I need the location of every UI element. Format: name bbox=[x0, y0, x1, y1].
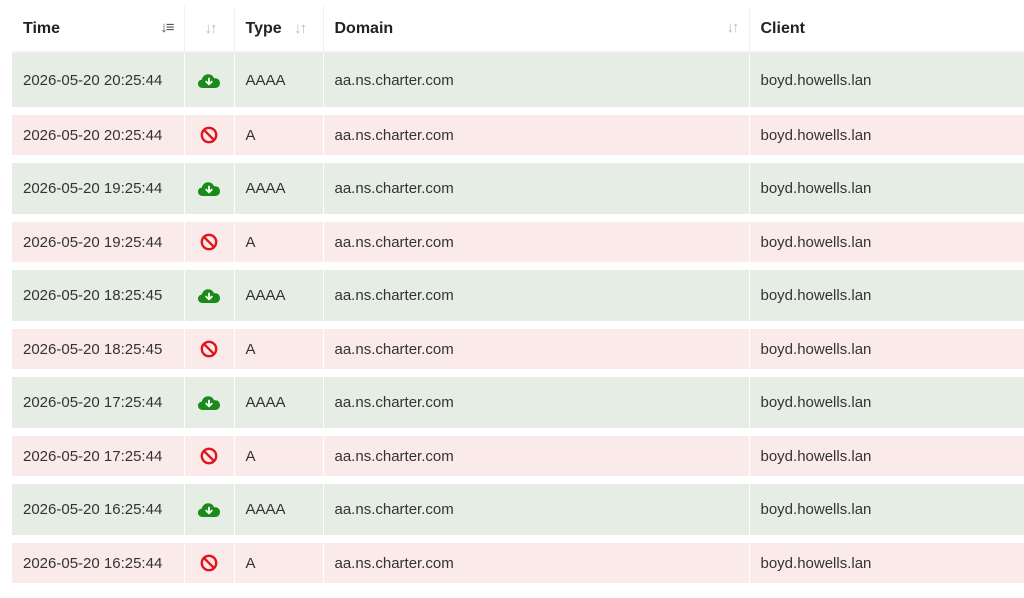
table-row[interactable]: 2026-05-20 20:25:44 AAAA aa.ns.charter.c… bbox=[12, 52, 1024, 115]
client-cell[interactable]: boyd.howells.lan bbox=[749, 539, 1024, 591]
domain-cell[interactable]: aa.ns.charter.com bbox=[323, 52, 750, 115]
type-cell: A bbox=[234, 539, 324, 591]
time-cell: 2026-05-20 20:25:44 bbox=[12, 111, 185, 163]
domain-cell[interactable]: aa.ns.charter.com bbox=[323, 111, 750, 163]
sort-icon[interactable]: ↓↑ bbox=[205, 20, 218, 37]
column-header-client[interactable]: Client bbox=[749, 6, 1024, 53]
type-cell: A bbox=[234, 111, 324, 163]
status-cell bbox=[184, 52, 235, 115]
cloud-download-icon bbox=[198, 503, 220, 518]
client-cell[interactable]: boyd.howells.lan bbox=[749, 480, 1024, 543]
time-cell: 2026-05-20 16:25:44 bbox=[12, 480, 185, 543]
table-row[interactable]: 2026-05-20 20:25:44 A aa.ns.charter.com … bbox=[12, 111, 1024, 163]
blocked-icon bbox=[200, 447, 218, 465]
table-row[interactable]: 2026-05-20 19:25:44 AAAA aa.ns.charter.c… bbox=[12, 159, 1024, 222]
status-cell bbox=[184, 539, 235, 591]
table-row[interactable]: 2026-05-20 19:25:44 A aa.ns.charter.com … bbox=[12, 218, 1024, 270]
client-cell[interactable]: boyd.howells.lan bbox=[749, 373, 1024, 436]
domain-cell[interactable]: aa.ns.charter.com bbox=[323, 539, 750, 591]
column-header-type[interactable]: Type ↓↑ bbox=[234, 6, 324, 53]
column-header-domain[interactable]: Domain ↓↑ bbox=[323, 6, 750, 53]
status-cell bbox=[184, 325, 235, 377]
status-cell bbox=[184, 218, 235, 270]
blocked-icon bbox=[200, 554, 218, 572]
type-cell: A bbox=[234, 218, 324, 270]
time-cell: 2026-05-20 19:25:44 bbox=[12, 218, 185, 270]
blocked-icon bbox=[200, 233, 218, 251]
column-header-status[interactable]: ↓↑ bbox=[184, 6, 235, 53]
status-cell bbox=[184, 373, 235, 436]
domain-cell[interactable]: aa.ns.charter.com bbox=[323, 325, 750, 377]
table-body: 2026-05-20 20:25:44 AAAA aa.ns.charter.c… bbox=[12, 52, 1024, 591]
type-cell: A bbox=[234, 325, 324, 377]
status-cell bbox=[184, 480, 235, 543]
time-cell: 2026-05-20 16:25:44 bbox=[12, 539, 185, 591]
query-log-table: Time ↓≡ ↓↑ Type ↓↑ Domain ↓↑ Client 2026… bbox=[12, 6, 1024, 591]
column-header-time-label: Time bbox=[23, 19, 61, 37]
cloud-download-icon bbox=[198, 289, 220, 304]
domain-cell[interactable]: aa.ns.charter.com bbox=[323, 480, 750, 543]
cloud-download-icon bbox=[198, 182, 220, 197]
client-cell[interactable]: boyd.howells.lan bbox=[749, 111, 1024, 163]
table-row[interactable]: 2026-05-20 18:25:45 A aa.ns.charter.com … bbox=[12, 325, 1024, 377]
type-cell: AAAA bbox=[234, 159, 324, 222]
table-row[interactable]: 2026-05-20 18:25:45 AAAA aa.ns.charter.c… bbox=[12, 266, 1024, 329]
domain-cell[interactable]: aa.ns.charter.com bbox=[323, 218, 750, 270]
time-cell: 2026-05-20 20:25:44 bbox=[12, 52, 185, 115]
blocked-icon bbox=[200, 340, 218, 358]
sort-icon[interactable]: ↓↑ bbox=[294, 20, 307, 37]
time-cell: 2026-05-20 17:25:44 bbox=[12, 373, 185, 436]
client-cell[interactable]: boyd.howells.lan bbox=[749, 159, 1024, 222]
client-cell[interactable]: boyd.howells.lan bbox=[749, 218, 1024, 270]
blocked-icon bbox=[200, 126, 218, 144]
time-cell: 2026-05-20 17:25:44 bbox=[12, 432, 185, 484]
table-row[interactable]: 2026-05-20 17:25:44 AAAA aa.ns.charter.c… bbox=[12, 373, 1024, 436]
status-cell bbox=[184, 432, 235, 484]
domain-cell[interactable]: aa.ns.charter.com bbox=[323, 159, 750, 222]
domain-cell[interactable]: aa.ns.charter.com bbox=[323, 373, 750, 436]
table-row[interactable]: 2026-05-20 16:25:44 AAAA aa.ns.charter.c… bbox=[12, 480, 1024, 543]
status-cell bbox=[184, 159, 235, 222]
status-cell bbox=[184, 266, 235, 329]
time-cell: 2026-05-20 19:25:44 bbox=[12, 159, 185, 222]
column-header-type-label: Type bbox=[245, 19, 282, 37]
domain-cell[interactable]: aa.ns.charter.com bbox=[323, 266, 750, 329]
type-cell: AAAA bbox=[234, 266, 324, 329]
type-cell: A bbox=[234, 432, 324, 484]
time-cell: 2026-05-20 18:25:45 bbox=[12, 266, 185, 329]
type-cell: AAAA bbox=[234, 480, 324, 543]
type-cell: AAAA bbox=[234, 52, 324, 115]
column-header-domain-label: Domain bbox=[334, 19, 394, 37]
column-header-client-label: Client bbox=[760, 19, 805, 37]
time-cell: 2026-05-20 18:25:45 bbox=[12, 325, 185, 377]
cloud-download-icon bbox=[198, 396, 220, 411]
client-cell[interactable]: boyd.howells.lan bbox=[749, 266, 1024, 329]
client-cell[interactable]: boyd.howells.lan bbox=[749, 325, 1024, 377]
sort-icon[interactable]: ↓↑ bbox=[727, 19, 740, 36]
status-cell bbox=[184, 111, 235, 163]
domain-cell[interactable]: aa.ns.charter.com bbox=[323, 432, 750, 484]
type-cell: AAAA bbox=[234, 373, 324, 436]
table-row[interactable]: 2026-05-20 16:25:44 A aa.ns.charter.com … bbox=[12, 539, 1024, 591]
table-row[interactable]: 2026-05-20 17:25:44 A aa.ns.charter.com … bbox=[12, 432, 1024, 484]
query-log-table-container: Time ↓≡ ↓↑ Type ↓↑ Domain ↓↑ Client 2026… bbox=[12, 6, 1024, 591]
column-header-time[interactable]: Time ↓≡ bbox=[12, 6, 185, 53]
client-cell[interactable]: boyd.howells.lan bbox=[749, 52, 1024, 115]
client-cell[interactable]: boyd.howells.lan bbox=[749, 432, 1024, 484]
cloud-download-icon bbox=[198, 73, 220, 88]
table-header-row: Time ↓≡ ↓↑ Type ↓↑ Domain ↓↑ Client bbox=[12, 6, 1024, 53]
sort-descending-icon[interactable]: ↓≡ bbox=[160, 19, 174, 36]
